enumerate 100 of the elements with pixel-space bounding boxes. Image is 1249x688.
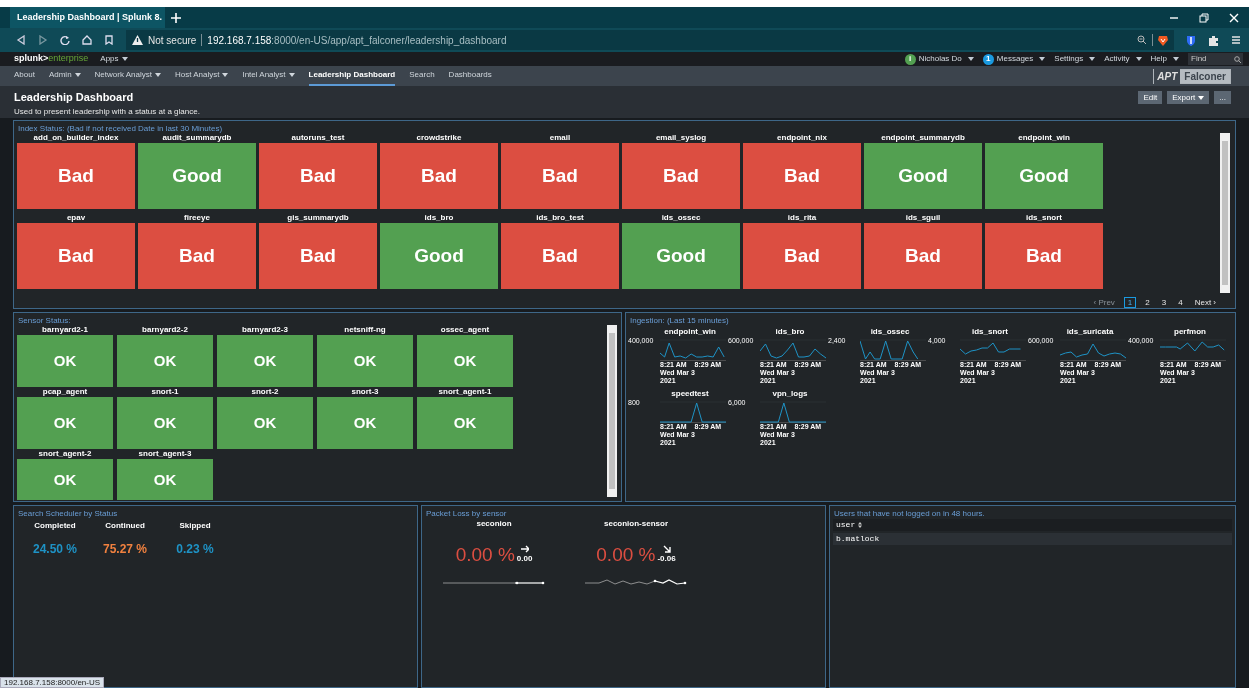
shield-icon[interactable] — [1186, 34, 1196, 46]
tile-label: snort-2 — [251, 387, 279, 397]
table-cell: b.matlock — [836, 533, 880, 545]
caret-icon — [1135, 57, 1142, 61]
chart-title: perfmon — [1173, 327, 1207, 337]
tile-label: autoruns_test — [291, 133, 345, 143]
status-tile: Bad — [17, 143, 135, 209]
panel-title: Index Status: (Bad if not received Date in last 30 Minutes) — [17, 123, 224, 133]
chart-title: ids_ossec — [869, 327, 911, 337]
tile-label: snort-3 — [351, 387, 379, 397]
panel-title: Packet Loss by sensor — [425, 508, 508, 518]
panel-title: Search Scheduler by Status — [17, 508, 119, 518]
tile-label: ids_bro — [424, 213, 454, 223]
trend-down-icon — [662, 545, 671, 553]
status-tile: OK — [117, 335, 213, 387]
metric-label: seconion-sensor — [604, 518, 668, 530]
apps-menu[interactable]: Apps — [100, 53, 128, 65]
status-tile: Good — [864, 143, 982, 209]
status-tile: Bad — [743, 143, 861, 209]
sort-icon — [858, 522, 863, 528]
metric-value: 0.00 % — [596, 545, 656, 565]
nav-tab[interactable]: Admin — [48, 66, 81, 86]
browser-tab[interactable]: Leadership Dashboard | Splunk 8. — [10, 7, 165, 28]
zoom-out-icon[interactable] — [1137, 35, 1147, 45]
tile-label: snort_agent-2 — [38, 449, 92, 459]
dashboard-button[interactable]: Edit — [1138, 91, 1163, 104]
page-link[interactable]: 2 — [1142, 297, 1153, 308]
home-icon[interactable] — [82, 35, 92, 45]
menu-item[interactable]: 1 Messages — [982, 53, 1046, 65]
status-tile: Good — [622, 223, 740, 289]
tile-label: snort-1 — [151, 387, 179, 397]
status-tile: Good — [138, 143, 256, 209]
status-tile: OK — [417, 397, 513, 449]
column-header[interactable]: user — [836, 519, 863, 531]
metric-value: 75.27 % — [102, 541, 147, 558]
menu-item[interactable]: i Nicholas Do — [904, 53, 974, 65]
status-tile: Bad — [17, 223, 135, 289]
dashboard-button[interactable]: ... — [1214, 91, 1231, 104]
status-tile: Bad — [138, 223, 256, 289]
status-tile: Bad — [501, 143, 619, 209]
address-field[interactable]: Not secure 192.168.7.158:8000/en-US/app/apt_falconer/leadership_dashboard — [126, 30, 1174, 50]
forward-icon[interactable] — [38, 35, 48, 45]
page-link[interactable]: 3 — [1158, 297, 1170, 308]
status-tile: Bad — [864, 223, 982, 289]
caret-icon — [1089, 57, 1096, 61]
tile-label: ids_rita — [787, 213, 817, 223]
bookmark-icon[interactable] — [104, 35, 114, 45]
status-tile: OK — [117, 459, 213, 500]
status-tile: Good — [380, 223, 498, 289]
nav-tab[interactable]: Search — [409, 66, 435, 86]
page-link[interactable]: Next › — [1191, 297, 1219, 308]
tile-label: fireeye — [184, 213, 210, 223]
trend-delta: -0.06 — [657, 553, 676, 565]
dashboard-title: Leadership Dashboard — [14, 91, 135, 104]
nav-tab[interactable]: Network Analyst — [94, 66, 161, 86]
nav-tab[interactable]: About — [14, 66, 35, 86]
metric-value: 24.50 % — [32, 541, 77, 558]
trend-delta: 0.00 — [516, 553, 533, 565]
scrollbar[interactable] — [1220, 133, 1230, 293]
status-tile: OK — [417, 335, 513, 387]
nav-tab[interactable]: Dashboards — [448, 66, 492, 86]
menu-icon[interactable] — [1231, 35, 1241, 45]
status-tile: Bad — [380, 143, 498, 209]
close-icon[interactable] — [1229, 12, 1239, 23]
tab-title: Leadership Dashboard | Splunk 8. — [17, 10, 163, 24]
puzzle-icon[interactable] — [1208, 34, 1219, 46]
page-link[interactable]: 4 — [1175, 297, 1186, 308]
tile-label: ids_ossec — [661, 213, 701, 223]
status-tile: Bad — [985, 223, 1103, 289]
menu-item[interactable]: Activity — [1104, 53, 1142, 65]
search-icon[interactable] — [1234, 55, 1241, 63]
tile-label: endpoint_win — [1018, 133, 1070, 143]
caret-icon — [1039, 57, 1046, 61]
tile-label: endpoint_summarydb — [881, 133, 965, 143]
reload-icon[interactable] — [60, 35, 70, 45]
chart-title: ids_snort — [971, 327, 1009, 337]
back-icon[interactable] — [16, 35, 26, 45]
tile-label: epav — [66, 213, 86, 223]
menu-item[interactable]: Help — [1150, 53, 1179, 65]
scrollbar[interactable] — [607, 325, 617, 497]
metric-value: 0.00 % — [455, 545, 515, 565]
app-logo[interactable]: APT Falconer — [1153, 68, 1231, 84]
tile-label: email — [549, 133, 571, 143]
export-button[interactable]: Export — [1167, 91, 1210, 104]
url-text: 192.168.7.158:8000/en-US/app/apt_falconer/leadership_dashboard — [207, 33, 507, 48]
tile-label: snort_agent-3 — [138, 449, 192, 459]
splunk-logo[interactable]: splunk>enterprise — [14, 52, 89, 66]
new-tab-icon[interactable] — [171, 12, 181, 23]
nav-tab[interactable]: Host Analyst — [174, 66, 229, 86]
find-field[interactable]: Find — [1188, 53, 1243, 65]
restore-icon[interactable] — [1199, 12, 1209, 23]
nav-tab[interactable]: Intel Analyst — [242, 66, 295, 86]
tile-label: ossec_agent — [440, 325, 490, 335]
caret-icon — [967, 57, 974, 61]
menu-item[interactable]: Settings — [1054, 53, 1096, 65]
panel-title: Sensor Status: — [17, 315, 72, 325]
lion-shield-icon[interactable] — [1158, 34, 1168, 46]
status-tile: OK — [17, 459, 113, 500]
tile-label: barnyard2-3 — [242, 325, 288, 335]
page-link[interactable]: 1 — [1123, 297, 1137, 308]
